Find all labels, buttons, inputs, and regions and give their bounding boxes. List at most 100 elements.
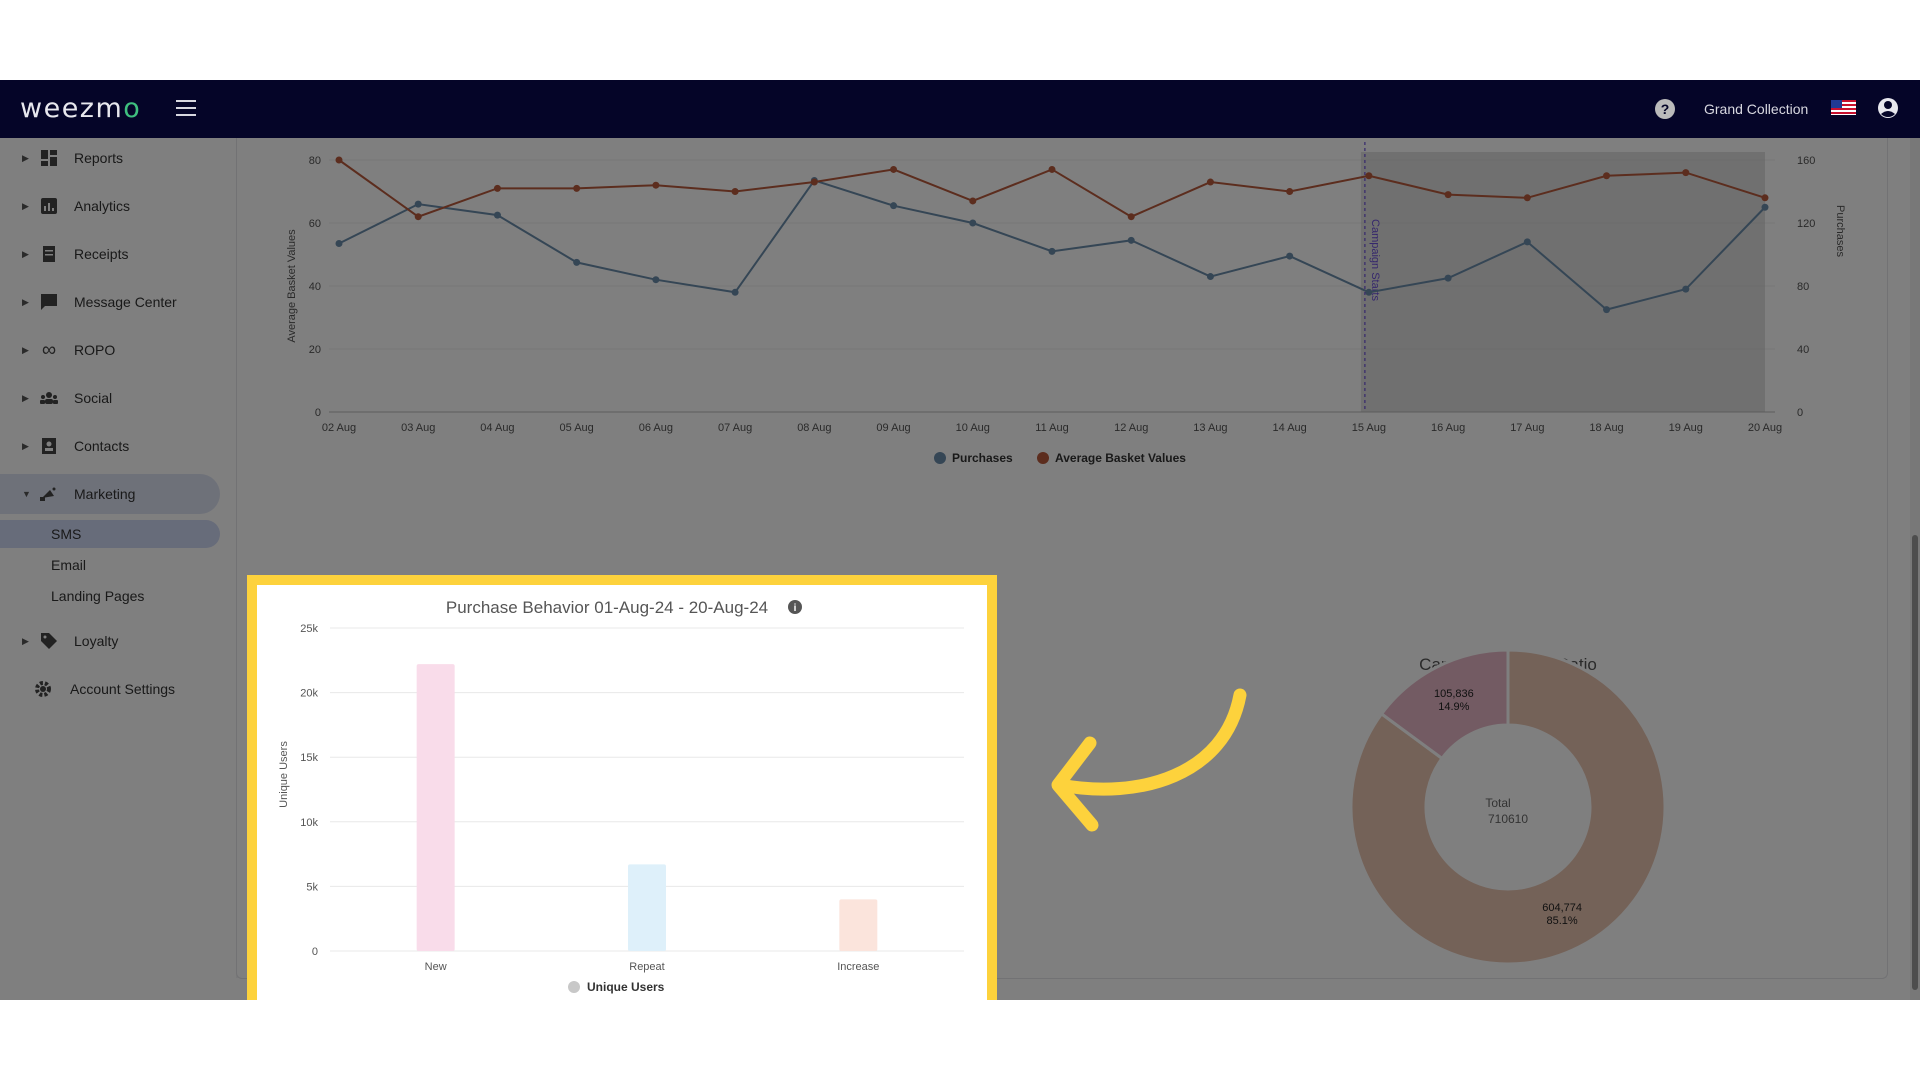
sidebar-item-label: Message Center <box>74 294 177 310</box>
x-tick-label: 17 Aug <box>1510 422 1544 434</box>
y-right-axis-label: Purchases <box>1834 205 1846 257</box>
legend-marker <box>568 981 580 993</box>
x-tick-label: Repeat <box>629 961 664 973</box>
weezmo-logo[interactable]: weezmo <box>20 93 141 124</box>
gear-icon <box>34 680 52 698</box>
data-point <box>1127 213 1135 221</box>
data-point <box>414 200 422 208</box>
sidebar-item-account-settings[interactable]: Account Settings <box>0 669 236 709</box>
caret-down-icon: ▼ <box>22 489 31 499</box>
sidebar-item-loyalty[interactable]: ▶ Loyalty <box>0 621 236 661</box>
y-tick-label: 5k <box>306 881 318 893</box>
sidebar-item-label: Marketing <box>74 486 136 502</box>
menu-toggle-icon[interactable] <box>176 100 196 116</box>
sidebar-subitem-sms[interactable]: SMS <box>0 520 220 548</box>
sidebar-subitem-email[interactable]: Email <box>0 551 220 579</box>
y-right-tick-label: 120 <box>1797 218 1815 230</box>
message-icon <box>40 293 58 311</box>
data-point <box>1206 273 1214 281</box>
sidebar-item-reports[interactable]: ▶ Reports <box>0 138 236 178</box>
data-point <box>573 258 581 266</box>
data-point <box>890 165 898 173</box>
sidebar: ▶ Reports ▶ Analytics ▶ Receipts ▶ Messa… <box>0 138 236 1000</box>
y-tick-label: 20k <box>300 688 318 700</box>
caret-right-icon: ▶ <box>22 296 29 307</box>
data-point <box>1127 236 1135 244</box>
data-point <box>1444 191 1452 199</box>
data-point <box>1365 172 1373 180</box>
legend-label: Average Basket Values <box>1055 451 1186 465</box>
y-axis-label: Average Basket Values <box>286 229 298 343</box>
sidebar-item-label: Reports <box>74 150 124 166</box>
store-name[interactable]: Grand Collection <box>1704 101 1808 117</box>
sidebar-item-receipts[interactable]: ▶ Receipts <box>0 234 236 274</box>
legend-marker <box>934 452 946 464</box>
caret-right-icon: ▶ <box>22 392 29 403</box>
sidebar-item-message-center[interactable]: ▶ Message Center <box>0 282 236 322</box>
sidebar-subitem-label: Email <box>51 557 87 573</box>
scrollbar-thumb[interactable] <box>1912 535 1918 990</box>
pointer-arrow-icon <box>1051 688 1247 832</box>
purchase-behavior-bar-chart: Purchase Behavior 01-Aug-24 - 20-Aug-24 i… <box>278 598 964 994</box>
x-tick-label: 02 Aug <box>322 422 356 434</box>
x-tick-label: 07 Aug <box>718 422 752 434</box>
info-icon-glyph: i <box>794 603 797 614</box>
x-tick-label: Increase <box>837 961 879 973</box>
sidebar-item-contacts[interactable]: ▶ Contacts <box>0 426 236 466</box>
data-point <box>1603 172 1611 180</box>
data-point <box>810 178 818 186</box>
help-icon[interactable]: ? <box>1655 99 1675 119</box>
caret-right-icon: ▶ <box>22 344 29 355</box>
y-tick-label: 0 <box>315 407 321 419</box>
sidebar-subitem-label: Landing Pages <box>51 588 145 604</box>
x-tick-label: 11 Aug <box>1035 422 1068 434</box>
x-tick-label: 12 Aug <box>1114 422 1148 434</box>
sidebar-item-label: ROPO <box>74 342 116 358</box>
x-tick-label: 13 Aug <box>1193 422 1227 434</box>
sidebar-item-analytics[interactable]: ▶ Analytics <box>0 186 236 226</box>
user-avatar-icon[interactable] <box>1877 97 1899 119</box>
contacts-icon <box>40 437 58 455</box>
top-navbar: weezmo ? Grand Collection <box>0 80 1920 138</box>
data-point <box>1206 178 1214 186</box>
data-point <box>1048 165 1056 173</box>
y-right-tick-label: 0 <box>1797 407 1803 419</box>
sidebar-item-label: Social <box>74 390 113 406</box>
us-flag-icon[interactable] <box>1831 100 1856 115</box>
sidebar-subitem-label: SMS <box>51 526 82 542</box>
sidebar-item-ropo[interactable]: ▶ ∞ ROPO <box>0 330 236 370</box>
data-point <box>335 239 343 247</box>
data-point <box>1444 274 1452 282</box>
sidebar-item-marketing[interactable]: ▼ Marketing <box>0 474 220 514</box>
megaphone-icon <box>40 485 58 503</box>
y-tick-label: 20 <box>309 344 321 356</box>
sidebar-item-label: Receipts <box>74 246 129 262</box>
purchases-line-chart: 0 20 40 60 80 0 40 80 120 160 Average Basket Value… <box>286 142 1846 465</box>
caret-right-icon: ▶ <box>22 200 29 211</box>
x-tick-label: 18 Aug <box>1589 422 1623 434</box>
x-tick-label: 03 Aug <box>401 422 435 434</box>
data-point <box>1523 238 1531 246</box>
analytics-icon <box>40 197 58 215</box>
x-tick-label: New <box>425 961 447 973</box>
sidebar-item-label: Loyalty <box>74 633 119 649</box>
slice-value-label: 604,774 <box>1542 902 1582 914</box>
x-tick-label: 04 Aug <box>480 422 514 434</box>
infinity-icon: ∞ <box>41 338 57 361</box>
y-tick-label: 15k <box>300 752 318 764</box>
data-point <box>1761 203 1769 211</box>
data-point <box>414 213 422 221</box>
legend-label: Purchases <box>952 451 1013 465</box>
data-point <box>1761 194 1769 202</box>
sidebar-item-social[interactable]: ▶ Social <box>0 378 236 418</box>
data-point <box>652 276 660 284</box>
data-point <box>969 197 977 205</box>
x-tick-label: 09 Aug <box>876 422 910 434</box>
x-tick-label: 06 Aug <box>639 422 673 434</box>
legend-label: Unique Users <box>587 980 665 994</box>
sidebar-subitem-landing-pages[interactable]: Landing Pages <box>0 582 220 610</box>
y-tick-label: 10k <box>300 817 318 829</box>
data-point <box>1523 194 1531 202</box>
dashboard-icon <box>40 149 58 167</box>
data-point <box>1682 169 1690 177</box>
